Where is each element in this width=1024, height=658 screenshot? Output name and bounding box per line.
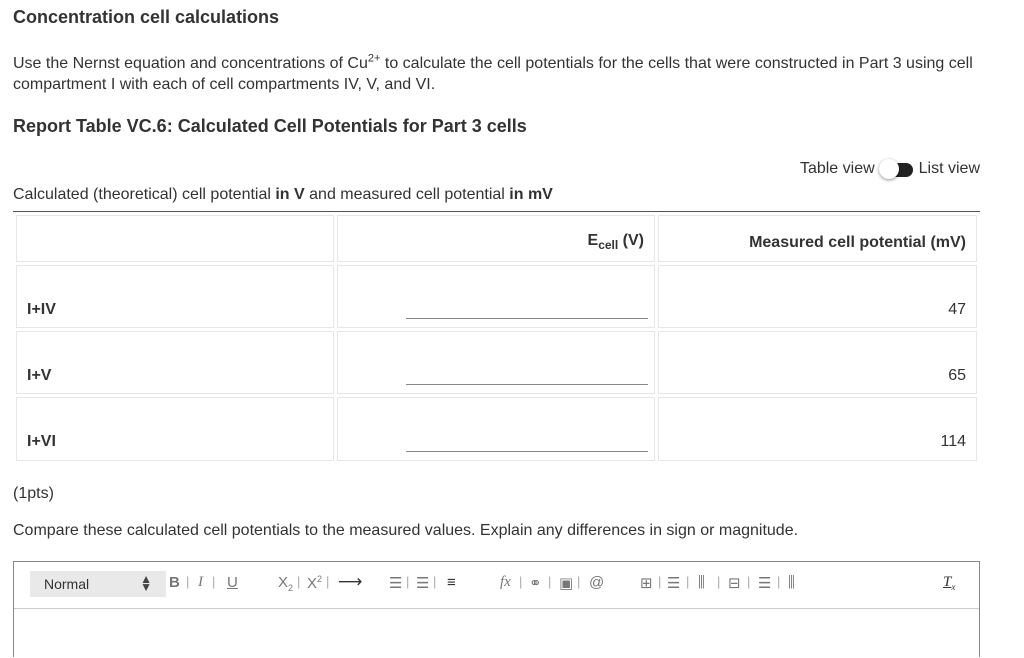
ecell-input[interactable] [406, 297, 648, 319]
separator: | [326, 574, 330, 589]
delete-table-icon[interactable]: ⊟ [728, 574, 741, 592]
ecell-cell [337, 397, 655, 461]
link-icon[interactable]: ⚭ [529, 574, 542, 592]
bold-icon[interactable]: B [169, 574, 180, 591]
table-icon[interactable]: ⊞ [640, 574, 653, 592]
editor-content-area[interactable] [14, 610, 979, 658]
divider [13, 211, 980, 212]
table-row: I+IV [16, 265, 334, 328]
separator: | [297, 574, 301, 589]
list-view-label[interactable]: List view [919, 160, 980, 178]
measured-header: Measured cell potential (mV) [749, 234, 966, 251]
separator: | [686, 574, 690, 589]
delete-row-icon[interactable]: ☰ [758, 574, 771, 592]
editor-toolbar: Normal ▲ ▼ B | I | U X2 | X2 | ⟶ ☰ | ☰ | … [14, 562, 979, 609]
formula-icon[interactable]: fx [500, 574, 511, 591]
ecell-cell [337, 265, 655, 328]
italic-icon[interactable]: I [198, 574, 203, 591]
table-row: I+VI [16, 397, 334, 461]
separator: | [433, 574, 437, 589]
separator: | [747, 574, 751, 589]
measured-value: 114 [940, 433, 966, 450]
arrow-icon[interactable]: ⟶ [338, 572, 362, 592]
ecell-input[interactable] [406, 363, 648, 385]
insert-col-icon[interactable]: ⫼ [698, 574, 705, 591]
question-prompt: Compare these calculated cell potentials… [13, 522, 799, 539]
table-caption: Calculated (theoretical) cell potential … [13, 186, 553, 203]
measured-value: 47 [948, 301, 966, 318]
header-ecell-cell: Ecell (V) [337, 215, 655, 262]
switch-knob [878, 159, 899, 179]
separator: | [212, 574, 216, 589]
separator: | [717, 574, 721, 589]
table-row: I+V [16, 331, 334, 394]
row-label: I+IV [27, 301, 56, 318]
separator: | [406, 574, 410, 589]
measured-cell: 114 [658, 397, 977, 461]
subscript-icon[interactable]: X2 [278, 574, 293, 593]
ordered-list-icon[interactable]: ☰ [389, 574, 402, 592]
ecell-input[interactable] [406, 430, 648, 452]
separator: | [577, 574, 581, 589]
measured-value: 65 [948, 367, 966, 384]
measured-cell: 65 [658, 331, 977, 394]
view-switch[interactable] [878, 159, 915, 179]
ecell-header: Ecell (V) [587, 232, 644, 253]
select-caret-icon: ▲ ▼ [140, 572, 152, 594]
row-label: I+VI [27, 433, 56, 450]
underline-icon[interactable]: U [227, 574, 238, 591]
separator: | [548, 574, 552, 589]
table-view-label[interactable]: Table view [800, 160, 875, 178]
points-label: (1pts) [13, 485, 54, 502]
delete-col-icon[interactable]: ⫼ [788, 574, 795, 591]
format-select[interactable]: Normal ▲ ▼ [30, 571, 166, 597]
attach-icon[interactable]: @ [589, 574, 604, 591]
header-empty-cell [16, 215, 334, 262]
ecell-cell [337, 331, 655, 394]
separator: | [519, 574, 523, 589]
rich-text-editor: Normal ▲ ▼ B | I | U X2 | X2 | ⟶ ☰ | ☰ | … [13, 561, 980, 657]
insert-row-icon[interactable]: ☰ [667, 574, 680, 592]
section-title: Concentration cell calculations [13, 7, 280, 27]
separator: | [186, 574, 190, 589]
row-label: I+V [27, 367, 52, 384]
format-select-value: Normal [44, 576, 90, 592]
separator: | [658, 574, 662, 589]
view-toggle: Table view List view [800, 158, 980, 180]
clear-format-icon[interactable]: Tx [943, 574, 955, 592]
align-icon[interactable]: ≡ [447, 574, 456, 591]
measured-cell: 47 [658, 265, 977, 328]
instructions: Use the Nernst equation and concentratio… [13, 52, 973, 93]
superscript-icon[interactable]: X2 [307, 574, 322, 592]
report-table-title: Report Table VC.6: Calculated Cell Poten… [13, 116, 527, 136]
image-icon[interactable]: ▣ [559, 574, 573, 592]
header-measured-cell: Measured cell potential (mV) [658, 215, 977, 262]
separator: | [777, 574, 781, 589]
bullet-list-icon[interactable]: ☰ [416, 574, 429, 592]
